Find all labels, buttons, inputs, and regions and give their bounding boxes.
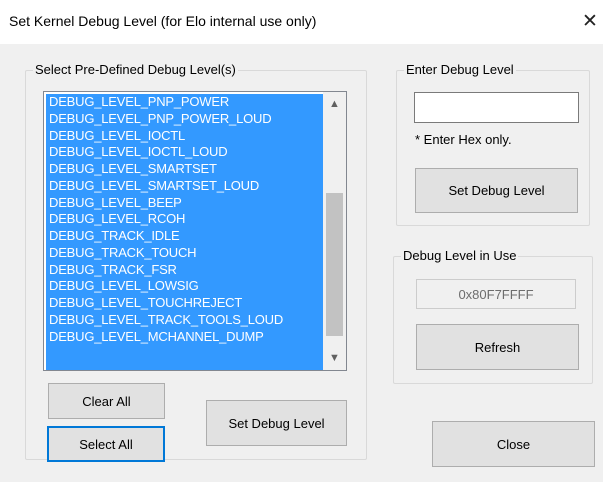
list-scrollbar[interactable]: ▲ ▼ [323, 92, 346, 370]
predefined-group-label: Select Pre-Defined Debug Level(s) [33, 62, 238, 78]
debug-level-list-item[interactable]: DEBUG_LEVEL_IOCTL [46, 128, 323, 145]
debug-level-list-item[interactable]: DEBUG_LEVEL_RCOH [46, 211, 323, 228]
scroll-down-icon[interactable]: ▼ [323, 348, 346, 368]
debug-level-in-use-group-label: Debug Level in Use [401, 248, 519, 264]
debug-level-in-use-value: 0x80F7FFFF [416, 279, 576, 309]
debug-level-list-item[interactable]: DEBUG_LEVEL_SMARTSET [46, 161, 323, 178]
title-bar: Set Kernel Debug Level (for Elo internal… [0, 0, 603, 44]
close-icon[interactable]: ✕ [579, 9, 601, 35]
debug-level-list-item[interactable]: DEBUG_LEVEL_IOCTL_LOUD [46, 144, 323, 161]
select-all-button[interactable]: Select All [47, 426, 165, 462]
debug-level-list: DEBUG_LEVEL_PNP_POWER DEBUG_LEVEL_PNP_POW… [46, 94, 323, 370]
debug-level-list-item[interactable]: DEBUG_TRACK_TOUCH [46, 245, 323, 262]
debug-level-list-item[interactable]: DEBUG_LEVEL_BEEP [46, 195, 323, 212]
debug-level-list-item[interactable]: DEBUG_LEVEL_MCHANNEL_DUMP [46, 329, 323, 346]
hex-input[interactable] [414, 92, 579, 123]
debug-level-list-item[interactable]: DEBUG_LEVEL_TRACK_TOOLS_LOUD [46, 312, 323, 329]
window-title: Set Kernel Debug Level (for Elo internal… [9, 13, 317, 29]
debug-level-list-item[interactable]: DEBUG_LEVEL_PNP_POWER_LOUD [46, 111, 323, 128]
debug-level-list-item[interactable]: DEBUG_LEVEL_TOUCHREJECT [46, 295, 323, 312]
hex-hint: * Enter Hex only. [415, 132, 512, 147]
scroll-up-icon[interactable]: ▲ [323, 94, 346, 114]
refresh-button[interactable]: Refresh [416, 324, 579, 370]
debug-level-list-item[interactable]: DEBUG_TRACK_FSR [46, 262, 323, 279]
clear-all-button[interactable]: Clear All [48, 383, 165, 419]
debug-level-list-item[interactable]: DEBUG_TRACK_IDLE [46, 228, 323, 245]
close-button[interactable]: Close [432, 421, 595, 467]
enter-debug-level-group-label: Enter Debug Level [404, 62, 516, 78]
set-debug-level-hex-button[interactable]: Set Debug Level [415, 168, 578, 213]
set-debug-level-list-button[interactable]: Set Debug Level [206, 400, 347, 446]
debug-level-list-item[interactable]: DEBUG_LEVEL_PNP_POWER [46, 94, 323, 111]
debug-level-listbox[interactable]: DEBUG_LEVEL_PNP_POWER DEBUG_LEVEL_PNP_POW… [43, 91, 347, 371]
scroll-thumb[interactable] [326, 193, 343, 336]
debug-level-list-item[interactable]: DEBUG_LEVEL_SMARTSET_LOUD [46, 178, 323, 195]
debug-level-list-item[interactable]: DEBUG_LEVEL_LOWSIG [46, 278, 323, 295]
